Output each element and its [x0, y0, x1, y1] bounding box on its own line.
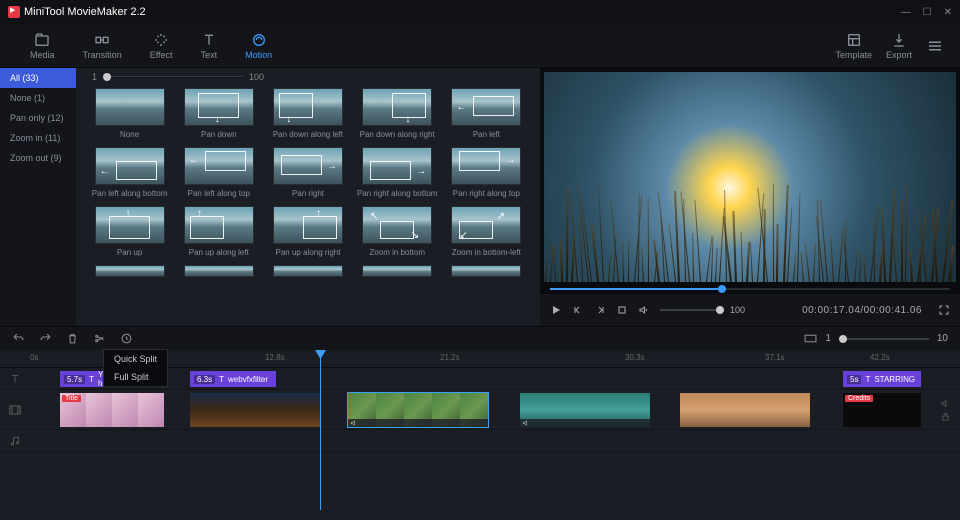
full-split-option[interactable]: Full Split — [104, 368, 167, 386]
motion-pan-up[interactable]: ↑Pan up — [88, 206, 171, 257]
text-clip[interactable]: 5sTSTARRING — [843, 371, 921, 387]
motion-zoom-in-bottom[interactable]: ↘↖Zoom in bottom — [356, 206, 439, 257]
fit-button[interactable] — [804, 332, 817, 345]
motion-pan-down-along-right[interactable]: ↓Pan down along right — [356, 88, 439, 139]
stop-button[interactable] — [616, 304, 628, 316]
track-volume-icon[interactable] — [940, 398, 951, 409]
motion-pan-down[interactable]: ↓Pan down — [177, 88, 260, 139]
audio-track-icon — [9, 435, 21, 447]
filter-none[interactable]: None (1) — [0, 88, 76, 108]
nav-media[interactable]: Media — [16, 32, 69, 60]
motion-pan-right-along-bottom[interactable]: →Pan right along bottom — [356, 147, 439, 198]
track-lock-icon[interactable] — [940, 411, 951, 422]
video-track[interactable]: Title Credits — [0, 390, 960, 430]
motion-pan-left-along-top[interactable]: ←Pan left along top — [177, 147, 260, 198]
zoom-max: 10 — [937, 333, 948, 344]
fullscreen-button[interactable] — [938, 304, 950, 316]
nav-effect[interactable]: Effect — [136, 32, 187, 60]
motion-pan-left-along-bottom[interactable]: ←Pan left along bottom — [88, 147, 171, 198]
motion-none[interactable]: None — [88, 88, 171, 139]
app-title: MiniTool MovieMaker 2.2 — [24, 6, 146, 18]
motion-pan-right-along-top[interactable]: →Pan right along top — [445, 147, 528, 198]
template-button[interactable]: Template — [835, 32, 872, 60]
text-icon — [201, 32, 217, 48]
close-button[interactable]: ✕ — [944, 7, 952, 18]
nav-motion[interactable]: Motion — [231, 32, 286, 60]
motion-zoom-in-bottom-left[interactable]: ↙↗Zoom in bottom-left — [445, 206, 528, 257]
export-icon — [891, 32, 907, 48]
next-frame-button[interactable] — [594, 304, 606, 316]
filter-zoom-out[interactable]: Zoom out (9) — [0, 148, 76, 168]
template-icon — [846, 32, 862, 48]
volume-value: 100 — [730, 305, 745, 315]
play-button[interactable] — [550, 304, 562, 316]
video-clip[interactable] — [348, 393, 488, 427]
volume-slider[interactable] — [660, 309, 720, 311]
preview-panel: 100 00:00:17.04/00:00:41.06 — [540, 68, 960, 326]
split-button[interactable] — [93, 332, 106, 345]
motion-pan-left[interactable]: ←Pan left — [445, 88, 528, 139]
prev-frame-button[interactable] — [572, 304, 584, 316]
motion-grid: None↓Pan down↓Pan down along left↓Pan do… — [76, 68, 540, 326]
motion-pan-down-along-left[interactable]: ↓Pan down along left — [266, 88, 349, 139]
folder-icon — [34, 32, 50, 48]
timecode: 00:00:17.04/00:00:41.06 — [802, 305, 922, 316]
logo-icon — [8, 6, 20, 18]
video-clip[interactable] — [680, 393, 810, 427]
undo-button[interactable] — [12, 332, 25, 345]
maximize-button[interactable]: ☐ — [923, 7, 932, 18]
app-logo: MiniTool MovieMaker 2.2 — [8, 6, 146, 18]
redo-button[interactable] — [39, 332, 52, 345]
motion-filter-list: All (33)None (1)Pan only (12)Zoom in (11… — [0, 68, 76, 326]
audio-track[interactable] — [0, 430, 960, 452]
delete-button[interactable] — [66, 332, 79, 345]
effect-icon — [153, 32, 169, 48]
motion-pan-up-along-right[interactable]: ↑Pan up along right — [266, 206, 349, 257]
text-track-icon — [9, 373, 21, 385]
preview-video[interactable] — [544, 72, 956, 282]
video-clip[interactable]: Credits — [843, 393, 921, 427]
thumbnail-size-slider[interactable]: 1 100 — [92, 72, 264, 82]
export-button[interactable]: Export — [886, 32, 912, 60]
nav-text[interactable]: Text — [187, 32, 232, 60]
video-track-icon — [8, 403, 22, 417]
motion-icon — [251, 32, 267, 48]
zoom-min: 1 — [825, 333, 831, 344]
quick-split-option[interactable]: Quick Split — [104, 350, 167, 368]
video-clip[interactable] — [520, 393, 650, 427]
zoom-slider[interactable] — [839, 338, 929, 340]
minimize-button[interactable]: — — [901, 7, 911, 18]
preview-progress[interactable] — [550, 286, 950, 292]
video-clip[interactable]: Title — [60, 393, 164, 427]
menu-button[interactable] — [926, 37, 944, 55]
nav-transition[interactable]: Transition — [69, 32, 136, 60]
text-clip[interactable]: 6.3sTwebvfxfilter — [190, 371, 276, 387]
split-menu: Quick Split Full Split — [103, 349, 168, 387]
filter-zoom-in[interactable]: Zoom in (11) — [0, 128, 76, 148]
volume-icon[interactable] — [638, 304, 650, 316]
motion-pan-right[interactable]: →Pan right — [266, 147, 349, 198]
video-clip[interactable] — [190, 393, 320, 427]
transition-icon — [94, 32, 110, 48]
motion-pan-up-along-left[interactable]: ↑Pan up along left — [177, 206, 260, 257]
filter-all[interactable]: All (33) — [0, 68, 76, 88]
speed-button[interactable] — [120, 332, 133, 345]
filter-pan-only[interactable]: Pan only (12) — [0, 108, 76, 128]
